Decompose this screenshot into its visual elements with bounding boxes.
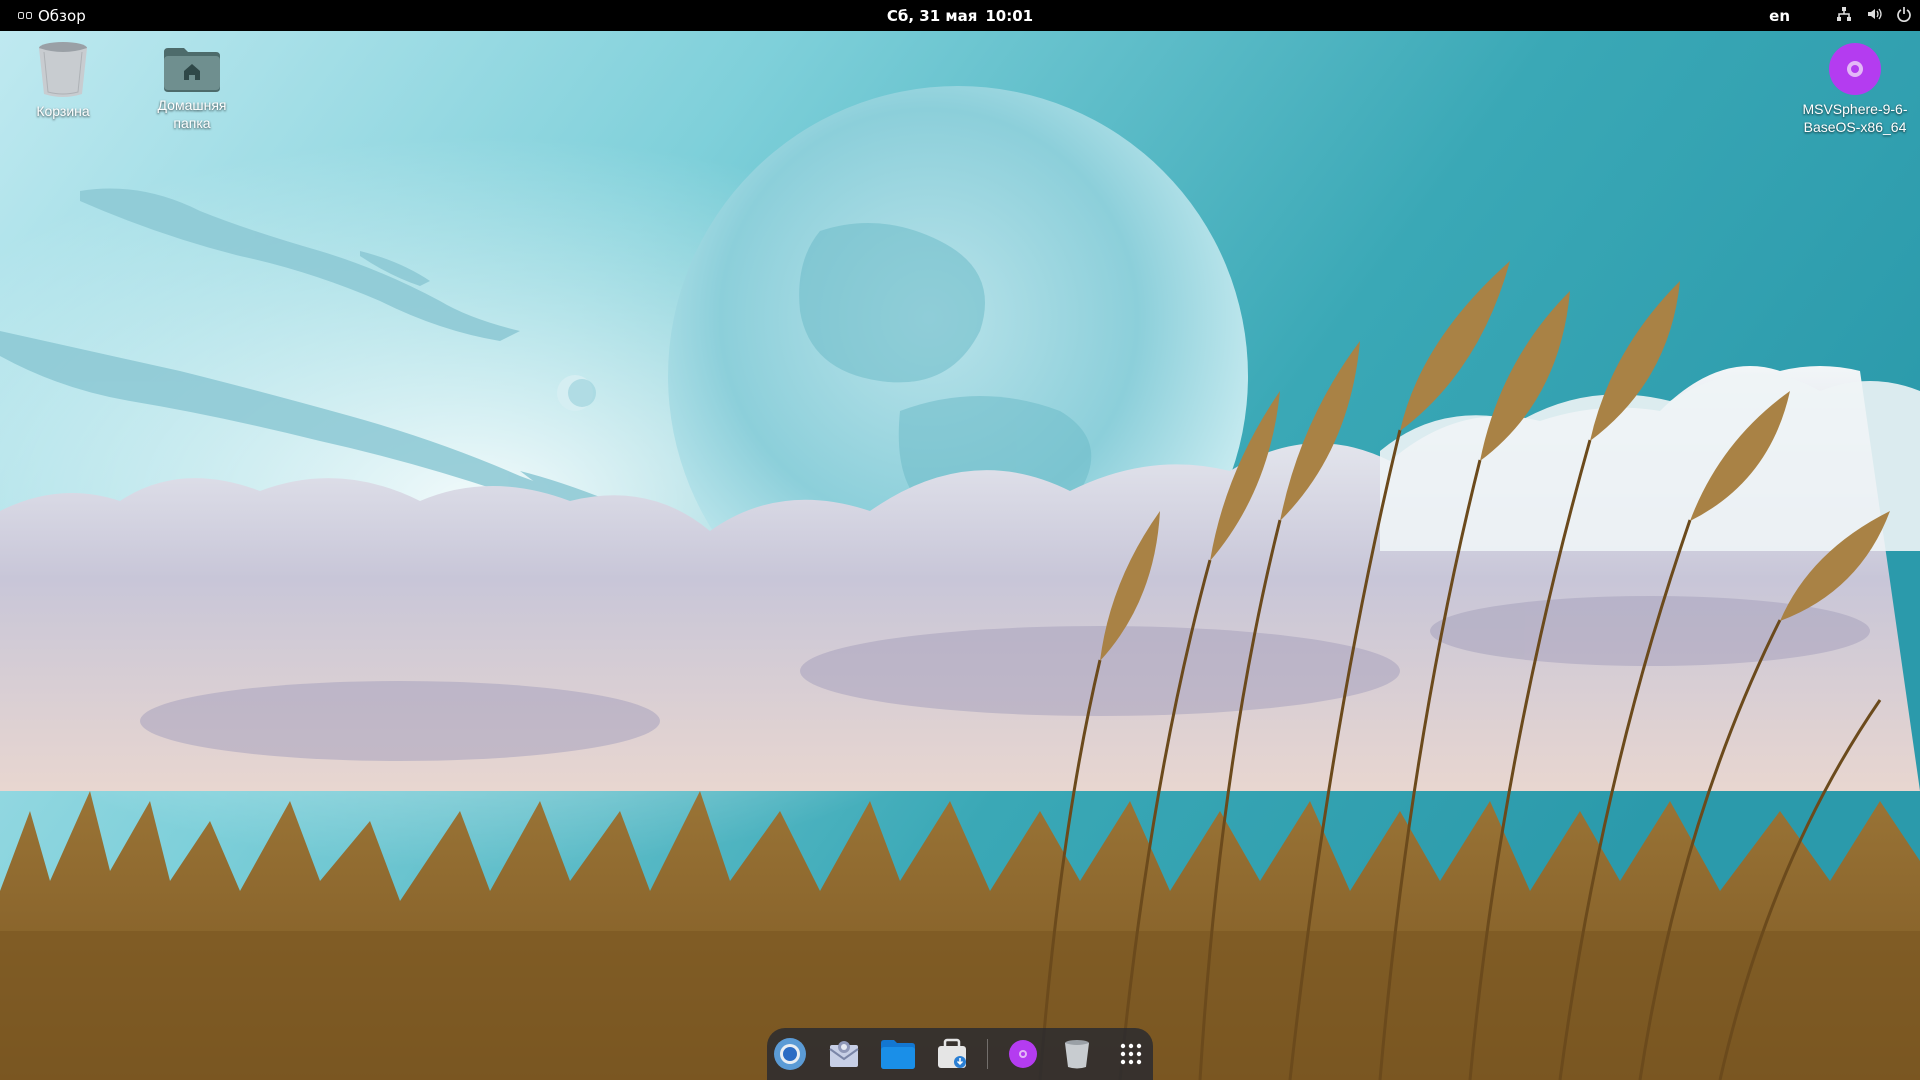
volume-icon <box>1866 6 1882 26</box>
dash-dock <box>767 1028 1153 1080</box>
workspace-indicator-icon <box>18 12 32 19</box>
clock-date: Сб, 31 мая <box>886 6 978 25</box>
files-folder-icon <box>880 1040 915 1069</box>
system-menu-button[interactable] <box>1836 0 1912 31</box>
optical-disc-icon <box>1829 43 1881 95</box>
trash-icon <box>39 42 87 97</box>
power-icon <box>1896 6 1912 26</box>
dock-item-mail[interactable] <box>822 1032 866 1076</box>
dock-separator <box>986 1039 988 1069</box>
home-folder-icon <box>164 48 220 92</box>
trash-icon <box>1064 1040 1089 1069</box>
keyboard-layout-indicator[interactable]: en <box>1769 0 1790 31</box>
app-grid-icon <box>1120 1043 1141 1065</box>
desktop-icon-trash[interactable]: Корзина <box>0 40 128 120</box>
desktop-icon-label: Домашняя папка <box>157 97 227 131</box>
activities-button[interactable]: Обзор <box>18 0 86 31</box>
dock-item-app-grid[interactable] <box>1109 1032 1153 1076</box>
desktop-icon-label: Корзина <box>36 103 90 119</box>
network-icon <box>1836 6 1852 26</box>
dock-item-disc[interactable] <box>1001 1032 1045 1076</box>
desktop-wallpaper <box>0 31 1920 1080</box>
desktop-icon-label: MSVSphere-9-6-BaseOS-x86_64 <box>1802 101 1908 135</box>
clock-time: 10:01 <box>985 6 1034 25</box>
dock-item-software[interactable] <box>930 1032 974 1076</box>
top-bar: Обзор Сб, 31 мая 10:01 en <box>0 0 1920 31</box>
desktop-icon-disc[interactable]: MSVSphere-9-6-BaseOS-x86_64 <box>1790 42 1920 136</box>
optical-disc-icon <box>1008 1040 1037 1068</box>
clock-button[interactable]: Сб, 31 мая 10:01 <box>887 7 1033 25</box>
software-store-icon <box>937 1038 966 1068</box>
dock-item-trash[interactable] <box>1055 1032 1099 1076</box>
mail-client-icon <box>828 1041 859 1067</box>
dock-item-files[interactable] <box>876 1032 920 1076</box>
activities-label: Обзор <box>38 6 86 25</box>
desktop-icon-home[interactable]: Домашняя папка <box>127 46 257 132</box>
chromium-icon <box>773 1038 806 1070</box>
dock-item-browser[interactable] <box>768 1032 812 1076</box>
